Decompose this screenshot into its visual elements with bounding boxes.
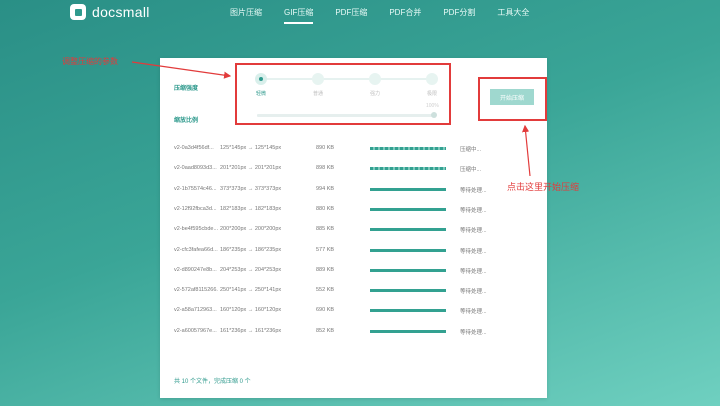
arrow-to-settings: [131, 61, 232, 79]
annotation-arrows: [131, 61, 531, 177]
arrow-to-start: [522, 124, 531, 177]
